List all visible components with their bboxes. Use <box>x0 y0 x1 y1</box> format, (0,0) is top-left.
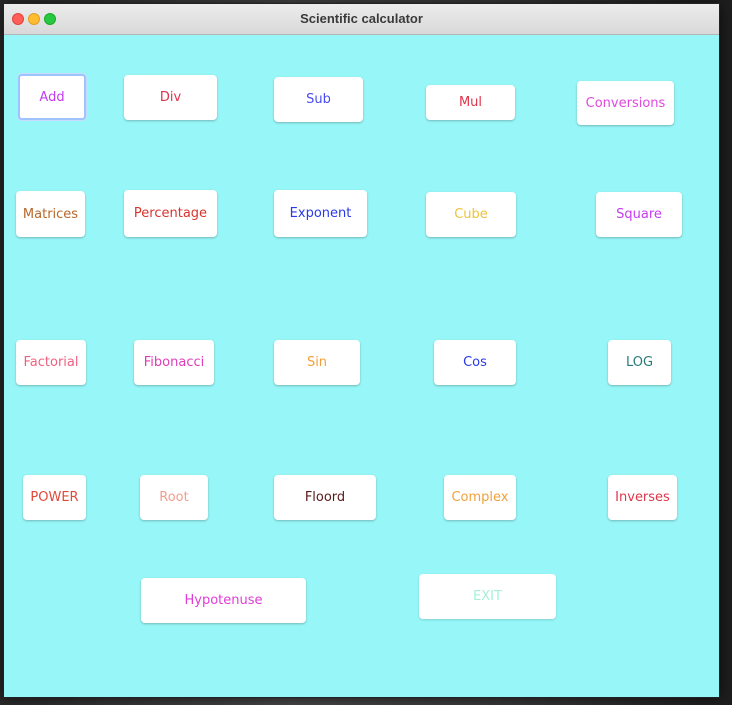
exponent-button[interactable]: Exponent <box>274 190 367 237</box>
cos-button-label: Cos <box>463 355 487 370</box>
cube-button-label: Cube <box>454 207 488 222</box>
exponent-button-label: Exponent <box>289 206 352 221</box>
square-button[interactable]: Square <box>596 192 682 237</box>
factorial-button[interactable]: Factorial <box>16 340 86 385</box>
hypotenuse-button-label: Hypotenuse <box>184 593 263 608</box>
mul-button[interactable]: Mul <box>426 85 515 120</box>
fibonacci-button-label: Fibonacci <box>143 355 205 370</box>
div-button[interactable]: Div <box>124 75 217 120</box>
window-title: Scientific calculator <box>300 11 423 26</box>
sin-button-label: Sin <box>306 355 328 370</box>
floord-button-label: Floord <box>304 490 346 505</box>
square-button-label: Square <box>616 207 662 222</box>
factorial-button-label: Factorial <box>23 355 79 370</box>
add-button-label: Add <box>39 89 65 105</box>
log-button[interactable]: LOG <box>608 340 671 385</box>
root-button-label: Root <box>159 490 189 505</box>
cube-button[interactable]: Cube <box>426 192 516 237</box>
sub-button[interactable]: Sub <box>274 77 363 122</box>
complex-button[interactable]: Complex <box>444 475 516 520</box>
inverses-button-label: Inverses <box>615 490 670 505</box>
inverses-button[interactable]: Inverses <box>608 475 677 520</box>
power-button-label: POWER <box>30 490 79 505</box>
exit-button-label: EXIT <box>473 589 502 604</box>
percentage-button-label: Percentage <box>133 206 208 221</box>
power-button[interactable]: POWER <box>23 475 86 520</box>
mul-button-label: Mul <box>458 95 483 110</box>
floord-button[interactable]: Floord <box>274 475 376 520</box>
title-bar: Scientific calculator <box>4 4 719 35</box>
complex-button-label: Complex <box>451 490 509 505</box>
add-button[interactable]: Add <box>18 74 86 120</box>
matrices-button[interactable]: Matrices <box>16 191 85 237</box>
cos-button[interactable]: Cos <box>434 340 516 385</box>
conversions-button-label: Conversions <box>585 95 666 111</box>
sin-button[interactable]: Sin <box>274 340 360 385</box>
div-button-label: Div <box>159 90 182 105</box>
matrices-button-label: Matrices <box>22 206 79 222</box>
percentage-button[interactable]: Percentage <box>124 190 217 237</box>
conversions-button[interactable]: Conversions <box>577 81 674 125</box>
root-button[interactable]: Root <box>140 475 208 520</box>
log-button-label: LOG <box>625 355 654 370</box>
hypotenuse-button[interactable]: Hypotenuse <box>141 578 306 623</box>
calculator-window: Scientific calculator Add Div Sub Mul Co… <box>3 3 720 698</box>
exit-button[interactable]: EXIT <box>419 574 556 619</box>
fibonacci-button[interactable]: Fibonacci <box>134 340 214 385</box>
sub-button-label: Sub <box>306 92 331 107</box>
